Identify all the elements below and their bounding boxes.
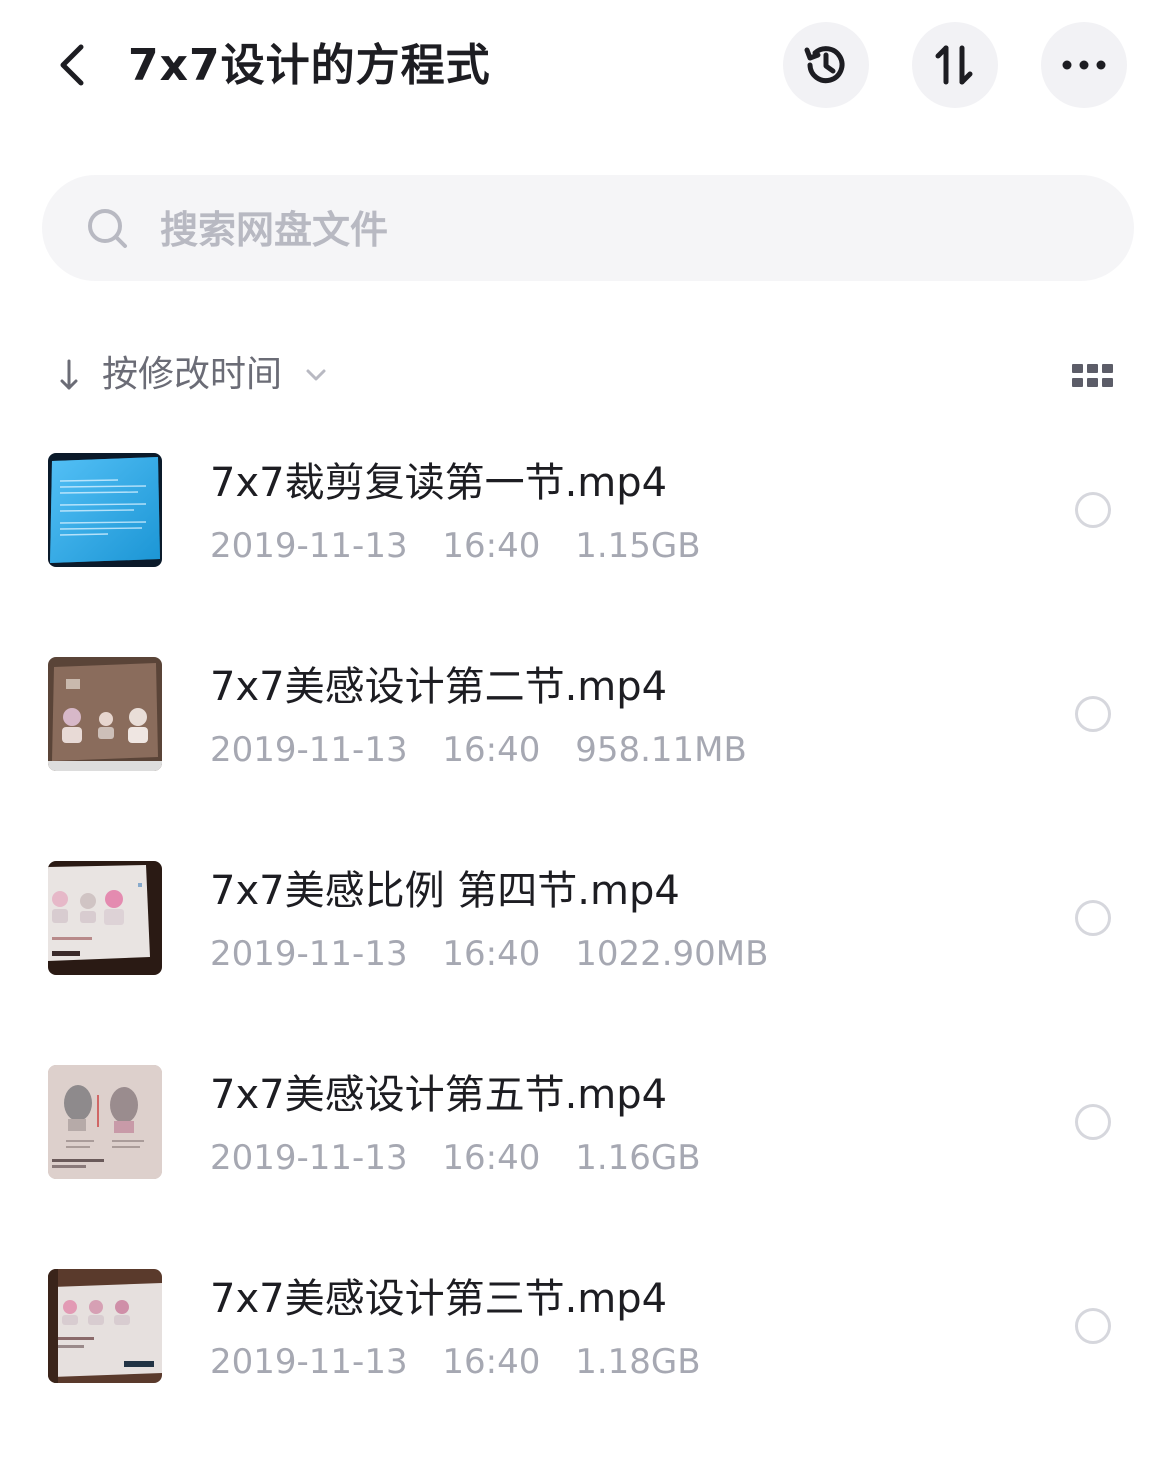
history-clock-icon <box>804 46 845 84</box>
file-meta: 2019-11-13 16:40 958.11MB <box>210 728 747 772</box>
file-list-item[interactable]: 7x7美感比例 第四节.mp4 2019-11-13 16:40 1022.90… <box>0 816 1176 1020</box>
more-dots-icon <box>1062 60 1106 70</box>
video-thumbnail <box>48 861 162 975</box>
file-time: 16:40 <box>442 730 541 770</box>
file-size: 1.15GB <box>575 526 701 566</box>
file-size: 1.18GB <box>575 1342 701 1382</box>
file-size: 958.11MB <box>575 730 747 770</box>
arrow-down-icon <box>46 345 92 405</box>
top-bar: 7x7设计的方程式 <box>0 0 1176 130</box>
file-time: 16:40 <box>442 526 541 566</box>
file-list-item[interactable]: 7x7美感设计第三节.mp4 2019-11-13 16:40 1.18GB <box>0 1224 1176 1428</box>
file-meta: 2019-11-13 16:40 1.16GB <box>210 1136 701 1180</box>
file-meta: 2019-11-13 16:40 1.15GB <box>210 524 701 568</box>
history-button[interactable] <box>783 22 869 108</box>
page-title: 7x7设计的方程式 <box>128 40 491 91</box>
file-meta: 2019-11-13 16:40 1022.90MB <box>210 932 768 976</box>
sort-label: 按修改时间 <box>102 354 283 395</box>
video-thumbnail <box>48 657 162 771</box>
select-checkbox[interactable] <box>1075 900 1111 936</box>
file-list-item[interactable]: 7x7美感设计第五节.mp4 2019-11-13 16:40 1.16GB <box>0 1020 1176 1224</box>
select-checkbox[interactable] <box>1075 492 1111 528</box>
sort-arrows-icon <box>935 45 973 85</box>
file-time: 16:40 <box>442 1138 541 1178</box>
video-thumbnail <box>48 1269 162 1383</box>
search-icon <box>88 209 127 248</box>
chevron-down-icon <box>304 345 330 405</box>
file-date: 2019-11-13 <box>210 1138 408 1178</box>
file-name: 7x7美感设计第五节.mp4 <box>210 1072 668 1118</box>
video-thumbnail <box>48 1065 162 1179</box>
file-name: 7x7裁剪复读第一节.mp4 <box>210 460 668 506</box>
more-button[interactable] <box>1041 22 1127 108</box>
file-name: 7x7美感设计第三节.mp4 <box>210 1276 668 1322</box>
search-input[interactable] <box>160 205 1060 255</box>
file-date: 2019-11-13 <box>210 730 408 770</box>
back-button[interactable] <box>40 30 104 100</box>
select-checkbox[interactable] <box>1075 1308 1111 1344</box>
file-name: 7x7美感设计第二节.mp4 <box>210 664 668 710</box>
file-time: 16:40 <box>442 934 541 974</box>
file-date: 2019-11-13 <box>210 934 408 974</box>
file-list-item[interactable]: 7x7美感设计第二节.mp4 2019-11-13 16:40 958.11MB <box>0 612 1176 816</box>
file-time: 16:40 <box>442 1342 541 1382</box>
file-size: 1022.90MB <box>575 934 769 974</box>
file-date: 2019-11-13 <box>210 1342 408 1382</box>
chevron-left-icon <box>60 44 84 86</box>
file-date: 2019-11-13 <box>210 526 408 566</box>
file-size: 1.16GB <box>575 1138 701 1178</box>
grid-view-icon[interactable] <box>1066 356 1120 396</box>
file-meta: 2019-11-13 16:40 1.18GB <box>210 1340 701 1384</box>
select-checkbox[interactable] <box>1075 1104 1111 1140</box>
file-name: 7x7美感比例 第四节.mp4 <box>210 868 680 914</box>
video-thumbnail <box>48 453 162 567</box>
sort-selector[interactable]: 按修改时间 <box>46 345 330 405</box>
sort-button[interactable] <box>912 22 998 108</box>
select-checkbox[interactable] <box>1075 696 1111 732</box>
file-list-item[interactable]: 7x7裁剪复读第一节.mp4 2019-11-13 16:40 1.15GB <box>0 408 1176 612</box>
file-browser-page: 7x7设计的方程式 搜索网盘文件 按修改时间 7x7裁剪复读第一节.mp4 20… <box>0 0 1176 1470</box>
